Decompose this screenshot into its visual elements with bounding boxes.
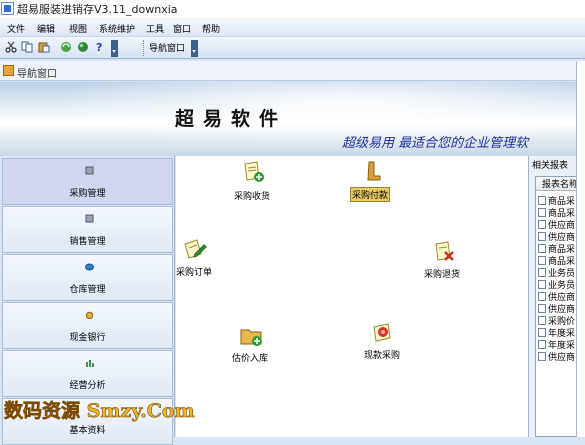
nav-window-button[interactable]: 导航窗口 [149,41,185,54]
cut-icon[interactable] [5,41,17,53]
folder-plus-icon [240,329,262,346]
reports-column-header[interactable]: 报表名称 [536,177,576,191]
report-doc-icon [538,244,546,253]
menu-system[interactable]: 系统维护 [99,22,135,35]
boot-icon [367,161,381,181]
report-row[interactable]: 业务员 [538,278,575,291]
report-doc-icon [538,232,546,241]
report-row[interactable]: 供应商 [538,350,576,363]
toolbar: ? 导航窗口 [0,37,585,59]
report-doc-icon [538,280,546,289]
report-row[interactable]: 供应商 [538,218,575,231]
report-row[interactable]: 业务员 [538,266,575,279]
copy-icon[interactable] [21,41,33,53]
estimate-stockin-label: 估价入库 [232,354,269,364]
purchase-return-label: 采购退货 [424,270,461,280]
main-panel: 采购收货 采购付款 采购订单 采购退货 估价入库 现款采购 [176,156,528,437]
report-row[interactable]: 供应商 [538,302,575,315]
report-doc-icon [538,304,546,313]
nav-window-title: 导航窗口 [17,69,57,80]
purchase-receipt-label: 采购收货 [234,192,271,202]
sidebar-item-analysis[interactable]: 经营分析 [2,350,173,397]
help-icon[interactable]: ? [94,41,106,53]
title-bar: 超易服装进销存V3.11_downxia [0,0,585,18]
reports-panel-title: 相关报表 [532,161,569,171]
sidebar-item-sales[interactable]: 销售管理 [2,206,173,253]
watermark: 数码资源 Smzy.Com [4,400,195,423]
sidebar-item-label: 现金银行 [69,333,106,343]
reports-list[interactable]: 报表名称 商品采 商品采 供应商 供应商 商品采 商品采 业务员 业务员 供应商… [535,176,576,437]
report-doc-icon [538,340,546,349]
doc-x-icon [435,241,454,261]
toolbar-overflow-chevron-2[interactable] [191,40,198,57]
menu-bar: 文件 编辑 视图 系统维护 工具 窗口 帮助 [0,18,585,37]
menu-window[interactable]: 窗口 [173,22,191,35]
report-row[interactable]: 商品采 [538,206,575,219]
cash-purchase-label: 现款采购 [364,351,401,361]
report-doc-icon [538,208,546,217]
purchase-order-label: 采购订单 [176,268,213,278]
banner: 超易软件 超级易用 最适合您的企业管理软 [0,82,576,156]
report-row-label: 供应商 [548,353,576,363]
app-icon [1,2,14,15]
menu-tools[interactable]: 工具 [146,22,164,35]
sidebar-item-cash-bank[interactable]: 现金银行 [2,302,173,349]
nav-window-header: 导航窗口 [0,61,585,81]
sidebar-item-label: 经营分析 [69,381,106,391]
refresh-icon[interactable] [60,41,72,53]
report-doc-icon [538,352,546,361]
bar-chart-icon [86,360,94,367]
purchase-icon [85,166,94,175]
sidebar-item-purchase[interactable]: 采购管理 [2,158,173,205]
report-doc-icon [538,196,546,205]
banner-title: 超易软件 [175,108,288,130]
report-doc-icon [538,268,546,277]
doc-pencil-icon [184,239,207,259]
sidebar-item-label: 采购管理 [69,189,106,199]
sidebar-item-label: 基本资料 [69,426,106,436]
warehouse-icon [85,263,94,271]
paste-icon[interactable] [38,41,50,53]
sidebar-item-label: 仓库管理 [69,285,106,295]
sidebar-item-label: 销售管理 [69,237,106,247]
report-row[interactable]: 年度采 [538,338,575,351]
svg-text:?: ? [96,41,102,53]
nav-window-icon [3,65,14,76]
report-row[interactable]: 商品采 [538,242,575,255]
purchase-payment-label: 采购付款 [350,187,391,202]
report-row[interactable]: 供应商 [538,290,575,303]
report-doc-icon [538,292,546,301]
reports-panel: 相关报表 报表名称 商品采 商品采 供应商 供应商 商品采 商品采 业务员 业务… [528,156,576,437]
toolbar-grip [143,40,146,56]
report-doc-icon [538,316,546,325]
doc-plus-icon [244,161,264,182]
menu-view[interactable]: 视图 [69,22,87,35]
report-row[interactable]: 商品采 [538,194,575,207]
sidebar: 采购管理 销售管理 仓库管理 现金银行 经营分析 基本资料 [0,156,175,445]
report-row[interactable]: 商品采 [538,254,575,267]
report-doc-icon [538,328,546,337]
report-row[interactable]: 供应商 [538,230,575,243]
toolbar-overflow-chevron[interactable] [111,40,118,57]
sales-icon [85,214,94,223]
report-doc-icon [538,256,546,265]
report-doc-icon [538,220,546,229]
scrollbar-edge[interactable] [576,61,585,437]
report-row[interactable]: 采购价 [538,314,575,327]
money-bag-icon [85,311,94,319]
doc-stamp-icon [373,323,391,342]
report-row[interactable]: 年度采 [538,326,575,339]
banner-slogan: 超级易用 最适合您的企业管理软 [342,136,529,151]
sidebar-item-warehouse[interactable]: 仓库管理 [2,254,173,301]
menu-help[interactable]: 帮助 [202,22,220,35]
menu-edit[interactable]: 编辑 [37,22,55,35]
menu-file[interactable]: 文件 [7,22,25,35]
window-title: 超易服装进销存V3.11_downxia [17,3,178,16]
globe-icon[interactable] [77,41,89,53]
